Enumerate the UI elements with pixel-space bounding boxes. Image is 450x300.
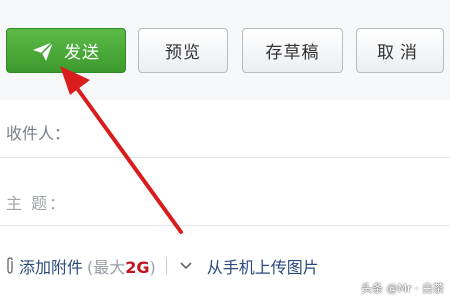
attachment-limit-size: 2G [125, 258, 150, 277]
attachment-bar: 添加附件 (最大2G) 从手机上传图片 [0, 248, 450, 284]
paper-plane-icon [32, 40, 54, 62]
upload-from-phone-link[interactable]: 从手机上传图片 [207, 254, 319, 278]
send-button-label: 发送 [64, 43, 100, 63]
send-button[interactable]: 发送 [6, 28, 126, 73]
attachment-limit-prefix: (最大 [87, 258, 126, 277]
subject-field[interactable]: 主 题： [0, 158, 450, 226]
save-draft-button[interactable]: 存草稿 [242, 28, 343, 73]
watermark: 头条 @Mr · 白茶 [361, 282, 444, 295]
add-attachment-link[interactable]: 添加附件 [19, 254, 83, 278]
recipient-label: 收件人： [6, 124, 71, 143]
divider [165, 257, 167, 275]
attachment-limit-suffix: ) [149, 258, 156, 277]
preview-button[interactable]: 预览 [138, 28, 228, 73]
compose-toolbar: 发送 预览 存草稿 取消 [0, 0, 450, 100]
subject-label: 主 题： [6, 194, 68, 213]
email-compose-page: 发送 预览 存草稿 取消 收件人： 主 题： 添加附件 (最大2G) 从手机上传… [0, 0, 450, 300]
attachment-limit: (最大2G) [87, 254, 156, 278]
chevron-down-icon[interactable] [179, 261, 193, 271]
recipient-field[interactable]: 收件人： [0, 100, 450, 158]
cancel-button[interactable]: 取消 [356, 28, 444, 73]
paperclip-icon[interactable] [3, 256, 17, 276]
